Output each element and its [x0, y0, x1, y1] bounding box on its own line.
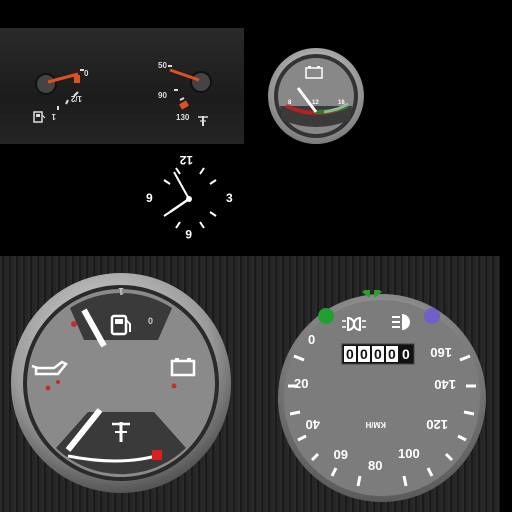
combo-fuel-label-0: 0 [148, 316, 153, 326]
fuel-label-half: 1/2 [70, 94, 82, 103]
speed-label-60: 60 [334, 447, 348, 462]
temp-label-50: 50 [158, 61, 167, 70]
low-beam-lamp [318, 308, 334, 324]
odometer-digit-2: 0 [360, 346, 368, 362]
speed-label-20: 20 [294, 376, 308, 391]
fuel-pump-icon [33, 111, 46, 123]
speedometer: 0 0 0 0 0 0 20 40 60 80 100 120 140 160 … [278, 290, 486, 502]
clock-label-12: 12 [179, 153, 193, 167]
odometer-digit-5: 0 [402, 346, 410, 362]
temp-label-130: 130 [176, 113, 190, 122]
speed-label-160: 160 [430, 345, 452, 360]
clock-label-6: 6 [185, 227, 192, 241]
fuel-label-full: 1 [51, 112, 56, 121]
temp-label-90: 90 [158, 91, 167, 100]
battery-gauge: 8 12 16 [268, 48, 364, 144]
fuel-temp-panel-graphics: 0 1/2 1 50 90 130 [33, 61, 212, 126]
temp-red-zone [179, 100, 189, 110]
fuel-red-zone [74, 75, 80, 83]
clock-face: 12 3 6 9 [146, 153, 233, 241]
battery-label-16: 16 [338, 100, 345, 106]
clock-label-3: 3 [226, 191, 233, 205]
odometer-digit-1: 0 [346, 346, 354, 362]
speed-label-120: 120 [426, 417, 448, 432]
speed-label-80: 80 [368, 458, 382, 473]
battery-warning-dot [171, 383, 177, 389]
odometer-digit-4: 0 [388, 346, 396, 362]
clock-label-9: 9 [146, 191, 153, 205]
speed-label-100: 100 [398, 446, 420, 461]
combo-gauge: 1 0 [11, 273, 231, 493]
temp-needle-hub [190, 71, 212, 93]
clock-minute-hand [173, 171, 190, 200]
clock-center [186, 196, 192, 202]
parking-lamp [424, 308, 440, 324]
speed-label-140: 140 [434, 377, 456, 392]
fuel-needle-hub [35, 73, 57, 95]
fuel-label-0: 0 [84, 69, 89, 78]
speed-label-40: 40 [306, 417, 320, 432]
odometer-digit-3: 0 [374, 346, 382, 362]
speed-label-0: 0 [308, 332, 315, 347]
combo-temp-red-zone [152, 450, 162, 460]
combo-fuel-label-full: 1 [118, 285, 124, 296]
battery-label-12: 12 [312, 100, 319, 106]
clock-hour-hand [169, 197, 190, 214]
oil-warning-dot [45, 385, 51, 391]
combo-fuel-reserve-dot [71, 321, 77, 327]
speed-unit: KM/H [365, 420, 386, 429]
coolant-thermometer-icon [198, 116, 208, 126]
